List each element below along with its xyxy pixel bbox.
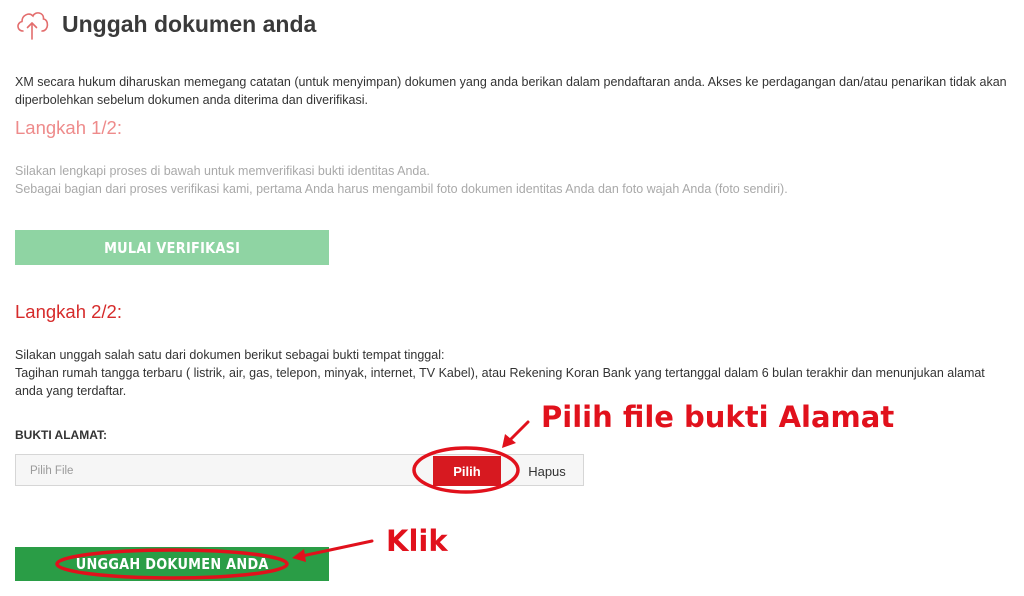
intro-text: XM secara hukum diharuskan memegang cata… — [15, 75, 1007, 107]
file-input-placeholder: Pilih File — [30, 465, 74, 477]
page-title: Unggah dokumen anda — [62, 11, 317, 37]
start-verification-button[interactable]: MULAI VERIFIKASI — [15, 230, 329, 265]
step1-line-1: Silakan lengkapi proses di bawah untuk m… — [15, 164, 430, 178]
step1-description: Silakan lengkapi proses di bawah untuk m… — [15, 162, 1005, 198]
click-annotation: Klik — [386, 524, 448, 558]
choose-file-button[interactable]: Pilih — [433, 456, 501, 486]
start-verification-label: MULAI VERIFIKASI — [103, 238, 241, 257]
choose-note-arrowhead — [502, 434, 516, 448]
proof-of-address-label: BUKTI ALAMAT: — [15, 428, 107, 442]
choose-note-arrow — [508, 420, 530, 442]
upload-documents-button[interactable]: UNGGAH DOKUMEN ANDA — [15, 547, 329, 581]
step2-description: Silakan unggah salah satu dari dokumen b… — [15, 346, 1015, 400]
step1-heading: Langkah 1/2: — [15, 117, 122, 138]
upload-documents-label: UNGGAH DOKUMEN ANDA — [75, 555, 269, 573]
choose-file-annotation: Pilih file bukti Alamat — [541, 400, 895, 434]
step2-line-2: Tagihan rumah tangga terbaru ( listrik, … — [15, 366, 985, 398]
step2-line-1: Silakan unggah salah satu dari dokumen b… — [15, 348, 445, 362]
step2-heading: Langkah 2/2: — [15, 301, 122, 322]
step1-line-2: Sebagai bagian dari proses verifikasi ka… — [15, 182, 788, 196]
delete-file-button[interactable]: Hapus — [514, 456, 580, 486]
cloud-upload-icon — [17, 12, 49, 40]
